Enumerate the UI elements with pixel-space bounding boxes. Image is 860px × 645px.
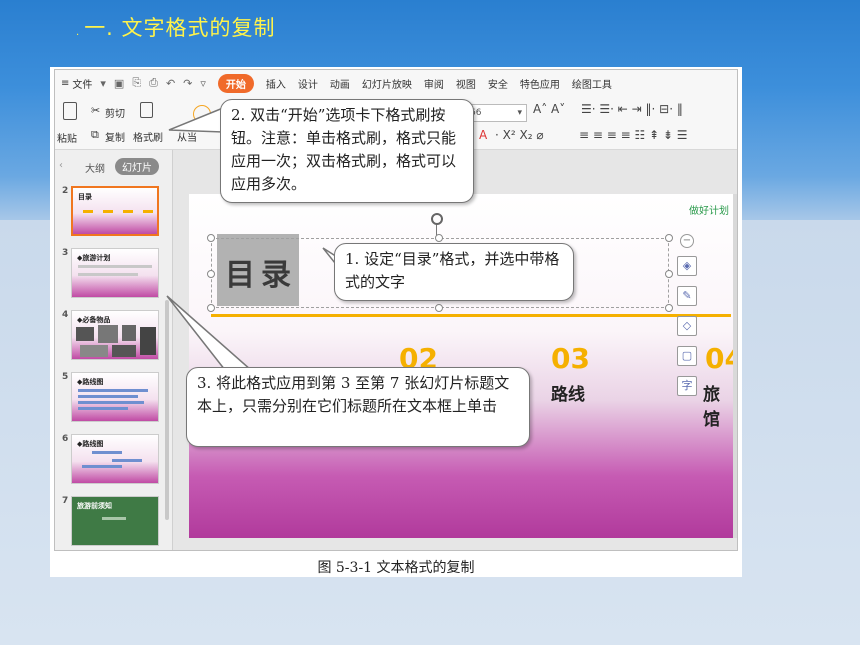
- callout-step-1-text: 1. 设定“目录”格式，并选中带格式的文字: [345, 250, 560, 291]
- slide-title: . 一. 文字格式的复制: [76, 12, 276, 42]
- callout-step-3-text: 3. 将此格式应用到第 3 至第 7 张幻灯片标题文本上，只需分别在它们标题所在…: [197, 374, 510, 415]
- title-text: 一. 文字格式的复制: [84, 16, 276, 40]
- callout-step-3: 3. 将此格式应用到第 3 至第 7 张幻灯片标题文本上，只需分别在它们标题所在…: [186, 367, 530, 447]
- callout-step-1: 1. 设定“目录”格式，并选中带格式的文字: [334, 243, 574, 301]
- figure-caption: 图 5-3-1 文本格式的复制: [317, 560, 475, 576]
- title-dot: .: [76, 27, 81, 38]
- callout-step-2: 2. 双击“开始”选项卡下格式刷按钮。注意：单击格式刷，格式只能应用一次；双击格…: [220, 99, 474, 203]
- callout-step-2-text: 2. 双击“开始”选项卡下格式刷按钮。注意：单击格式刷，格式只能应用一次；双击格…: [231, 106, 457, 193]
- figure-card: ≡ 文件 ▾ ▣ ⎘ ⎙ ↶ ↷ ▿ 开始 插入 设计 动画 幻灯片放映 审阅 …: [50, 67, 742, 577]
